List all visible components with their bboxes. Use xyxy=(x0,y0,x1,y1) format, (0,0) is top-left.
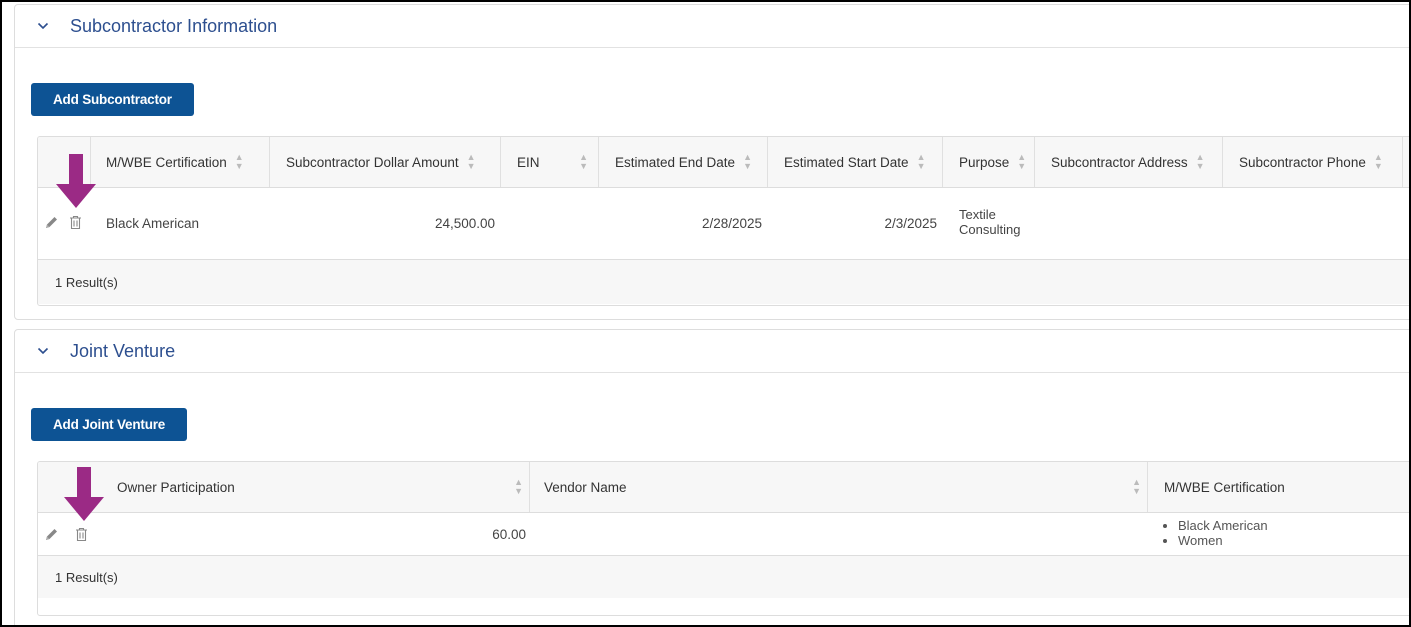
cell-vendor-name xyxy=(530,513,1148,555)
certification-item: Black American xyxy=(1178,518,1268,533)
cell-ein xyxy=(501,188,599,259)
sort-icon[interactable]: ▲ ▼ xyxy=(467,153,476,171)
column-header-address[interactable]: Subcontractor Address ▲ ▼ xyxy=(1035,137,1223,187)
column-header-phone[interactable]: Subcontractor Phone ▲ ▼ xyxy=(1223,137,1403,187)
column-header-dollar-amount[interactable]: Subcontractor Dollar Amount ▲ ▼ xyxy=(270,137,501,187)
edit-pencil-icon[interactable] xyxy=(44,215,59,235)
column-label: Vendor Name xyxy=(544,479,627,495)
joint-venture-grid-header: Owner Participation ▲ ▼ Vendor Name ▲ ▼ M/WB… xyxy=(38,462,1409,513)
add-subcontractor-button[interactable]: Add Subcontractor xyxy=(31,83,194,116)
column-label: Owner Participation xyxy=(117,479,235,495)
table-row: 60.00 Black American Women xyxy=(38,513,1409,556)
column-label: Subcontractor Phone xyxy=(1239,154,1366,170)
joint-venture-panel-header[interactable]: Joint Venture xyxy=(15,330,1409,373)
cell-start-date: 2/3/2025 xyxy=(884,216,937,231)
annotation-arrow-down-icon xyxy=(56,154,96,208)
cell-certifications: Black American Women xyxy=(1148,513,1409,555)
subcontractor-grid-header: M/WBE Certification ▲ ▼ Subcontractor Doll… xyxy=(38,137,1409,188)
cell-purpose: Textile Consulting xyxy=(943,188,1035,259)
add-joint-venture-button[interactable]: Add Joint Venture xyxy=(31,408,188,441)
column-label: Estimated End Date xyxy=(615,154,736,170)
joint-venture-panel: Joint Venture Add Joint Venture Owner Pa… xyxy=(14,329,1409,625)
purpose-line: Consulting xyxy=(959,221,1021,237)
sort-icon[interactable]: ▲ ▼ xyxy=(579,153,588,171)
column-label: Estimated Start Date xyxy=(784,154,909,170)
column-header-ein[interactable]: EIN ▲ ▼ xyxy=(501,137,599,187)
column-header-vendor-name[interactable]: Vendor Name ▲ ▼ xyxy=(530,462,1148,512)
column-label: Subcontractor Dollar Amount xyxy=(286,154,459,170)
column-header-certification[interactable]: M/WBE Certification xyxy=(1148,462,1409,512)
column-label: M/WBE Certification xyxy=(106,154,227,170)
cell-owner-participation: 60.00 xyxy=(492,526,526,542)
row-actions xyxy=(44,215,82,235)
chevron-down-icon[interactable] xyxy=(37,17,51,35)
subcontractor-panel-title: Subcontractor Information xyxy=(70,15,278,36)
cell-address xyxy=(1035,188,1223,259)
sort-icon[interactable]: ▲ ▼ xyxy=(1132,478,1141,496)
screenshot-frame: Subcontractor Information Add Subcontrac… xyxy=(0,0,1411,627)
column-header-purpose[interactable]: Purpose ▲ ▼ xyxy=(943,137,1035,187)
column-label: Purpose xyxy=(959,154,1010,170)
column-label: M/WBE Certification xyxy=(1164,479,1285,495)
column-label: Subcontractor Address xyxy=(1051,154,1188,170)
delete-trash-icon[interactable] xyxy=(75,527,88,547)
subcontractor-panel: Subcontractor Information Add Subcontrac… xyxy=(14,4,1409,320)
delete-trash-icon[interactable] xyxy=(69,215,82,235)
sort-icon[interactable]: ▲ ▼ xyxy=(917,153,926,171)
edit-pencil-icon[interactable] xyxy=(44,527,59,547)
column-header-certification[interactable]: M/WBE Certification ▲ ▼ xyxy=(91,137,270,187)
column-header-start-date[interactable]: Estimated Start Date ▲ ▼ xyxy=(768,137,943,187)
subcontractor-result-count: 1 Result(s) xyxy=(38,260,1409,304)
column-label: EIN xyxy=(517,154,540,170)
cell-end-date: 2/28/2025 xyxy=(701,216,762,231)
column-header-end-date[interactable]: Estimated End Date ▲ ▼ xyxy=(599,137,768,187)
sort-icon[interactable]: ▲ ▼ xyxy=(1196,153,1205,171)
table-row: Black American 24,500.00 2/28/2025 2/3/2… xyxy=(38,188,1409,260)
column-header-owner-participation[interactable]: Owner Participation ▲ ▼ xyxy=(103,462,530,512)
cell-phone xyxy=(1223,188,1403,259)
subcontractor-grid: M/WBE Certification ▲ ▼ Subcontractor Doll… xyxy=(37,136,1409,306)
sort-icon[interactable]: ▲ ▼ xyxy=(514,478,523,496)
sort-icon[interactable]: ▲ ▼ xyxy=(1374,153,1383,171)
sort-icon[interactable]: ▲ ▼ xyxy=(1017,153,1026,171)
annotation-arrow-down-icon xyxy=(64,467,104,521)
cell-dollar-amount: 24,500.00 xyxy=(434,216,495,231)
sort-icon[interactable]: ▲ ▼ xyxy=(743,153,752,171)
purpose-line: Textile xyxy=(959,206,996,222)
joint-venture-panel-title: Joint Venture xyxy=(70,340,176,361)
row-actions xyxy=(44,527,88,547)
certification-list: Black American Women xyxy=(1158,518,1268,548)
subcontractor-panel-header[interactable]: Subcontractor Information xyxy=(15,5,1409,48)
joint-venture-grid: Owner Participation ▲ ▼ Vendor Name ▲ ▼ M/WB… xyxy=(37,461,1409,616)
chevron-down-icon[interactable] xyxy=(37,342,51,360)
sort-icon[interactable]: ▲ ▼ xyxy=(235,153,244,171)
certification-item: Women xyxy=(1178,533,1268,548)
joint-venture-result-count: 1 Result(s) xyxy=(38,556,1409,598)
